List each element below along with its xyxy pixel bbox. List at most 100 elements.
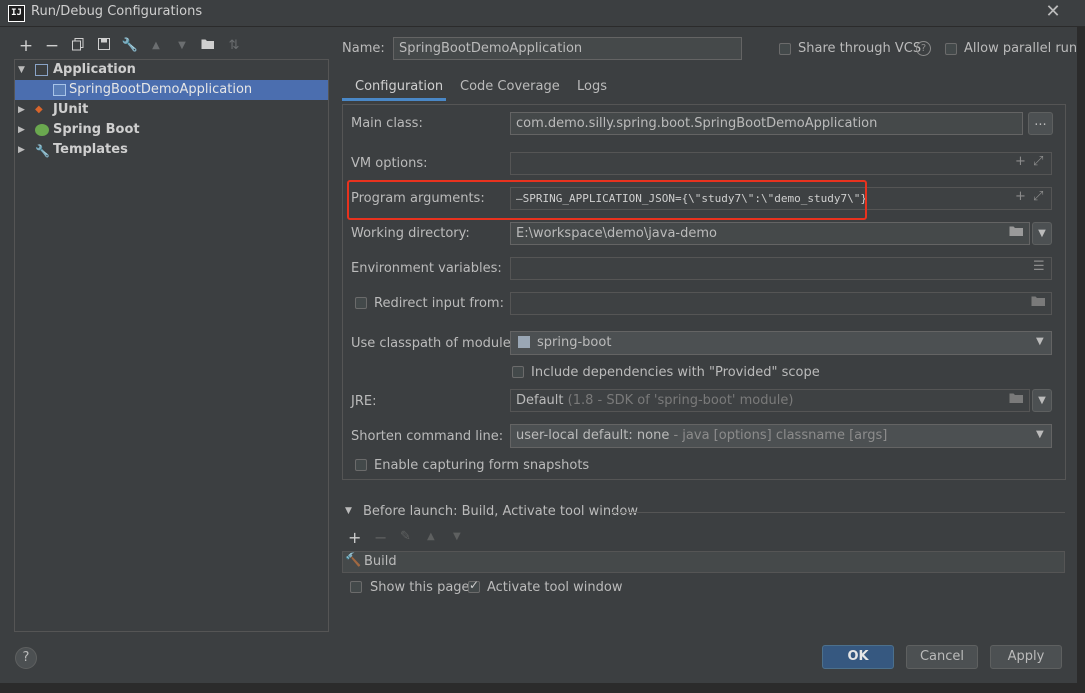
folder-icon[interactable] (1009, 392, 1024, 408)
tree-item-label: SpringBootDemoApplication (69, 82, 253, 97)
tab-code-coverage[interactable]: Code Coverage (460, 79, 560, 94)
add-task-icon[interactable]: + (348, 528, 361, 547)
activate-tool-window-checkbox[interactable] (468, 578, 480, 593)
add-icon[interactable]: + (1015, 189, 1026, 204)
save-icon[interactable] (95, 38, 113, 54)
enable-snapshots-checkbox[interactable] (355, 459, 367, 471)
hammer-icon: 🔨 (345, 553, 362, 568)
shorten-command-label: Shorten command line: (351, 429, 504, 444)
spring-boot-icon (35, 124, 49, 136)
jre-label: JRE: (351, 394, 377, 409)
help-icon[interactable]: ? (916, 41, 931, 56)
module-folder-icon (518, 336, 530, 348)
help-button[interactable]: ? (15, 647, 37, 669)
name-label: Name: (342, 41, 385, 56)
shorten-command-select[interactable]: user-local default: none - java [options… (510, 424, 1052, 448)
edit-task-icon[interactable]: ✎ (400, 529, 411, 544)
move-down-icon[interactable]: ▼ (453, 531, 461, 542)
application-config-icon (53, 84, 66, 96)
working-directory-dropdown[interactable]: ▼ (1032, 222, 1052, 245)
tree-item-label: Spring Boot (53, 122, 140, 137)
ok-button[interactable]: OK (822, 645, 894, 669)
enable-snapshots-label: Enable capturing form snapshots (374, 458, 590, 473)
add-icon[interactable]: + (1015, 154, 1026, 169)
expand-icon[interactable]: ⤢ (1033, 154, 1043, 169)
background-window-edge (0, 683, 1085, 693)
chevron-down-icon[interactable]: ▼ (1036, 429, 1044, 440)
list-icon[interactable]: ☰ (1033, 259, 1045, 274)
folder-icon[interactable] (1031, 295, 1046, 311)
show-page-label: Show this page (370, 580, 470, 595)
tree-item-label: Application (53, 62, 136, 77)
move-up-icon[interactable]: ▲ (147, 38, 165, 54)
intellij-logo-icon: IJ (8, 5, 25, 22)
move-up-icon[interactable]: ▲ (427, 531, 435, 542)
tree-item-label: Templates (53, 142, 128, 157)
jre-field[interactable]: Default (1.8 - SDK of 'spring-boot' modu… (510, 389, 1030, 412)
divider (612, 512, 1065, 513)
copy-icon[interactable] (69, 38, 87, 54)
collapsed-arrow-icon[interactable]: ▶ (18, 100, 28, 120)
jre-hint: (1.8 - SDK of 'spring-boot' module) (567, 393, 794, 408)
tree-item-templates[interactable]: ▶ 🔧 Templates (15, 140, 328, 160)
active-tab-indicator (342, 98, 446, 101)
close-icon[interactable]: ✕ (1044, 2, 1062, 22)
redirect-input-checkbox[interactable] (355, 297, 367, 309)
jre-dropdown[interactable]: ▼ (1032, 389, 1052, 412)
tree-item-springbootdemoapplication[interactable]: SpringBootDemoApplication (15, 80, 328, 100)
collapsed-arrow-icon[interactable]: ▶ (18, 120, 28, 140)
highlight-annotation-box (347, 180, 867, 220)
share-vcs-checkbox[interactable] (779, 43, 791, 55)
configuration-tree: ▼ Application SpringBootDemoApplication … (14, 59, 329, 632)
add-icon[interactable]: + (17, 38, 35, 55)
shorten-value: user-local default: none (516, 428, 670, 443)
cancel-button[interactable]: Cancel (906, 645, 978, 669)
vm-options-field[interactable] (510, 152, 1052, 175)
working-directory-label: Working directory: (351, 226, 470, 241)
application-icon (35, 64, 48, 76)
apply-button[interactable]: Apply (990, 645, 1062, 669)
remove-task-icon[interactable]: − (374, 528, 387, 547)
tree-item-spring-boot[interactable]: ▶ Spring Boot (15, 120, 328, 140)
name-field[interactable]: SpringBootDemoApplication (393, 37, 742, 60)
redirect-input-field[interactable] (510, 292, 1052, 315)
build-task-row[interactable] (342, 551, 1065, 573)
include-dependencies-checkbox[interactable] (512, 366, 524, 378)
main-class-field[interactable]: com.demo.silly.spring.boot.SpringBootDem… (510, 112, 1023, 135)
collapse-arrow-icon[interactable]: ▼ (345, 506, 352, 516)
sort-icon[interactable]: ⇅ (225, 38, 243, 54)
background-window-edge (1077, 26, 1085, 693)
allow-parallel-label: Allow parallel run (964, 41, 1078, 56)
environment-variables-label: Environment variables: (351, 261, 502, 276)
folder-add-icon[interactable] (199, 38, 217, 54)
before-launch-title: Before launch: Build, Activate tool wind… (363, 504, 638, 519)
expand-icon[interactable]: ⤢ (1033, 189, 1043, 204)
build-task-label: Build (364, 554, 397, 569)
tree-item-application[interactable]: ▼ Application (15, 60, 328, 80)
include-dependencies-label: Include dependencies with "Provided" sco… (531, 365, 820, 380)
classpath-module-label: Use classpath of module: (351, 336, 516, 351)
tree-item-junit[interactable]: ▶ ◆ JUnit (15, 100, 328, 120)
tab-logs[interactable]: Logs (577, 79, 607, 94)
wrench-icon: 🔧 (35, 144, 50, 158)
activate-tool-window-label: Activate tool window (487, 580, 623, 595)
jre-value: Default (516, 393, 564, 408)
wrench-icon[interactable]: 🔧 (121, 38, 139, 54)
allow-parallel-checkbox[interactable] (945, 43, 957, 55)
tree-item-label: JUnit (53, 102, 89, 117)
tab-configuration[interactable]: Configuration (355, 79, 443, 94)
vm-options-label: VM options: (351, 156, 428, 171)
working-directory-field[interactable]: E:\workspace\demo\java-demo (510, 222, 1030, 245)
main-class-label: Main class: (351, 116, 423, 131)
show-page-checkbox[interactable] (350, 581, 362, 593)
classpath-module-select[interactable]: spring-boot (510, 331, 1052, 355)
junit-icon: ◆ (35, 104, 43, 115)
folder-icon[interactable] (1009, 225, 1024, 241)
remove-icon[interactable]: − (43, 38, 61, 55)
move-down-icon[interactable]: ▼ (173, 38, 191, 54)
expanded-arrow-icon[interactable]: ▼ (18, 60, 28, 80)
browse-main-class-button[interactable]: ... (1028, 112, 1053, 135)
chevron-down-icon[interactable]: ▼ (1036, 336, 1044, 347)
environment-variables-field[interactable] (510, 257, 1052, 280)
collapsed-arrow-icon[interactable]: ▶ (18, 140, 28, 160)
